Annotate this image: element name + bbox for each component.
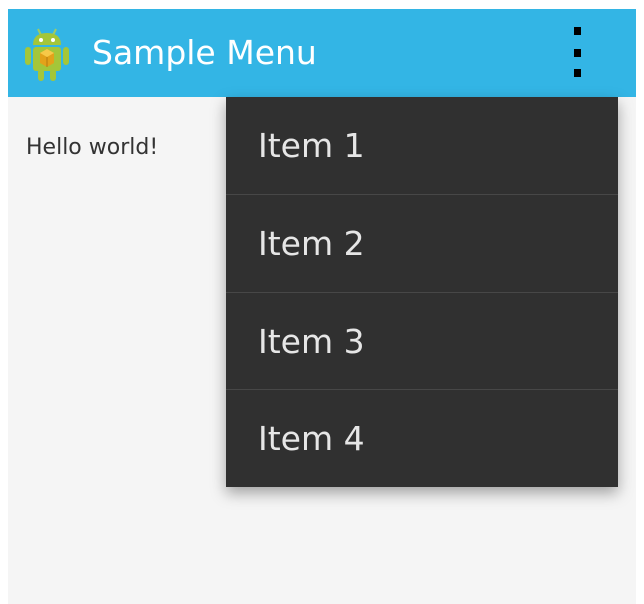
menu-item-4[interactable]: Item 4 bbox=[226, 390, 618, 487]
menu-item-2[interactable]: Item 2 bbox=[226, 195, 618, 292]
overflow-dot bbox=[574, 27, 581, 35]
app-screen: Sample Menu Hello world! Item 1 Item 2 I… bbox=[8, 9, 636, 604]
menu-item-label: Item 4 bbox=[258, 419, 365, 458]
android-robot-icon[interactable] bbox=[24, 23, 70, 83]
menu-item-label: Item 3 bbox=[258, 322, 365, 361]
overflow-popup-menu: Item 1 Item 2 Item 3 Item 4 bbox=[226, 97, 618, 487]
app-title: Sample Menu bbox=[92, 33, 317, 72]
hello-text: Hello world! bbox=[26, 135, 159, 160]
overflow-menu-icon[interactable] bbox=[556, 21, 600, 85]
overflow-dot bbox=[574, 69, 581, 77]
menu-item-1[interactable]: Item 1 bbox=[226, 97, 618, 194]
menu-item-label: Item 1 bbox=[258, 126, 365, 165]
menu-item-3[interactable]: Item 3 bbox=[226, 293, 618, 390]
overflow-dot bbox=[574, 49, 581, 57]
menu-item-label: Item 2 bbox=[258, 224, 365, 263]
action-bar: Sample Menu bbox=[8, 9, 636, 97]
